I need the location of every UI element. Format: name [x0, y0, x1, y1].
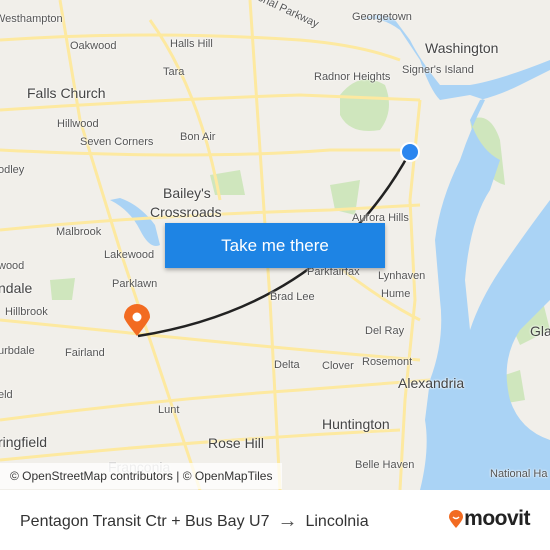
map-label: Bon Air [180, 131, 216, 143]
map-label: Malbrook [56, 226, 102, 238]
map-label: Falls Church [27, 85, 106, 101]
map-label: Lakewood [104, 249, 155, 261]
map-label: Brad Lee [270, 291, 315, 303]
map-label: National Ha [490, 468, 548, 480]
take-me-there-button[interactable]: Take me there [165, 223, 385, 268]
map-label: Parklawn [112, 278, 158, 290]
origin-marker[interactable] [400, 142, 420, 162]
map-label: Rosemont [362, 356, 413, 368]
map-label: Lynhaven [378, 270, 426, 282]
map-label: Delta [274, 359, 300, 371]
map-label: eld [0, 389, 13, 401]
map-label: Washington [425, 40, 499, 56]
map-label: Fairland [65, 347, 105, 359]
map[interactable]: Westhampton Georgetown Washington Oakwood Ha… [0, 0, 550, 490]
map-label: Gla [530, 323, 550, 339]
map-label: urbdale [0, 345, 35, 357]
arrow-right-icon: → [277, 510, 298, 532]
map-label: Signer's Island [402, 64, 474, 76]
map-label: Bailey's [163, 185, 211, 201]
brand-name: moovit [464, 507, 530, 530]
map-label: Hume [381, 288, 411, 300]
map-label: ndale [0, 280, 33, 296]
map-label: Crossroads [150, 204, 222, 220]
map-label: Georgetown [352, 11, 412, 23]
moovit-logo: moovit [448, 507, 530, 531]
route-destination: Lincolnia [305, 512, 369, 530]
map-label: Halls Hill [170, 38, 213, 50]
map-label: Lunt [158, 404, 180, 416]
moovit-pin-icon [449, 510, 464, 528]
map-label: Oakwood [70, 40, 117, 52]
map-label: Hillbrook [5, 306, 48, 318]
map-label: ringfield [0, 434, 48, 450]
map-label: Seven Corners [80, 136, 154, 148]
map-label: Belle Haven [355, 459, 415, 471]
map-label: Huntington [322, 416, 390, 432]
map-label: wood [0, 260, 25, 272]
map-attribution[interactable]: © OpenStreetMap contributors | © OpenMap… [0, 463, 283, 489]
map-label: Clover [322, 360, 354, 372]
map-label: odley [0, 164, 25, 176]
route-origin: Pentagon Transit Ctr + Bus Bay U7 [20, 512, 270, 530]
map-label: Del Ray [365, 325, 405, 337]
map-label: Radnor Heights [314, 71, 391, 83]
footer: Pentagon Transit Ctr + Bus Bay U7 → Linc… [0, 490, 550, 550]
route-title: Pentagon Transit Ctr + Bus Bay U7 → Linc… [20, 510, 369, 533]
map-label: Hillwood [57, 118, 99, 130]
map-label: Tara [163, 66, 185, 78]
map-label: Rose Hill [208, 435, 265, 451]
map-label: Alexandria [398, 375, 465, 391]
map-label: Westhampton [0, 13, 63, 25]
